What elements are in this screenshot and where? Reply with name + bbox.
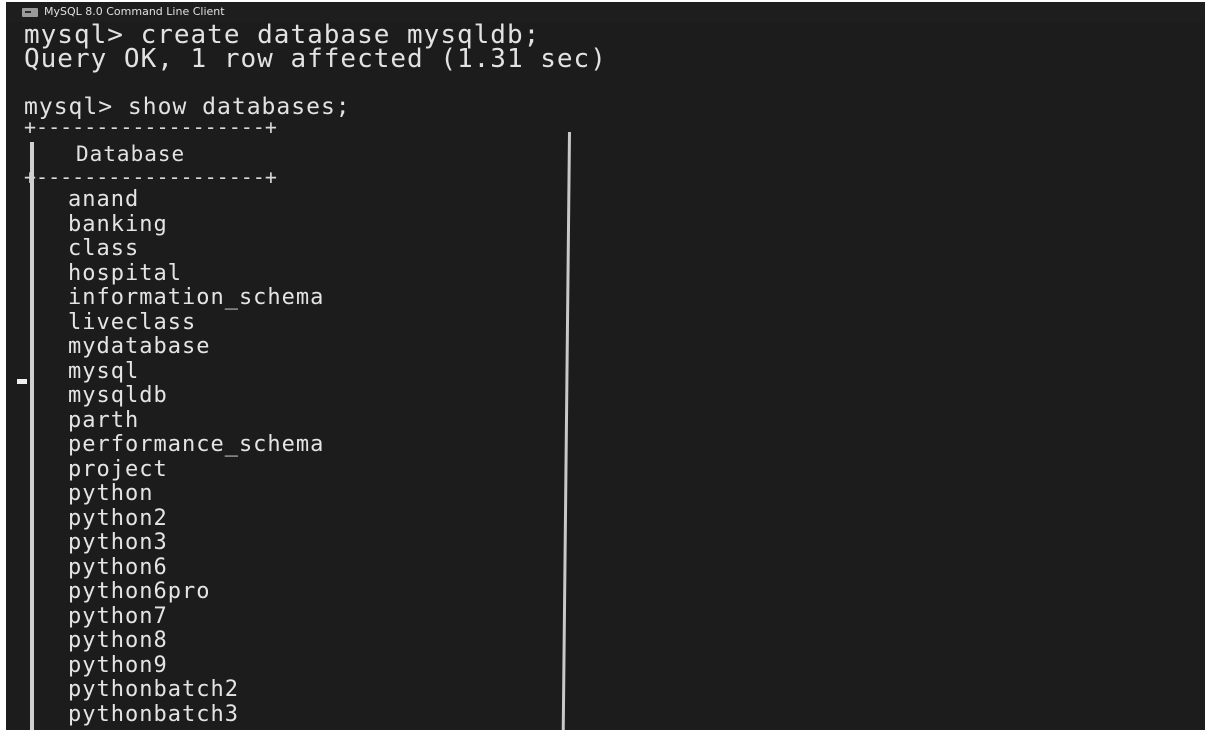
table-right-border (561, 132, 571, 730)
text-cursor (17, 379, 27, 384)
console-icon (22, 8, 38, 17)
database-list: anand banking class hospital information_sch… (68, 187, 325, 727)
window-title: MySQL 8.0 Command Line Client (44, 5, 225, 18)
table-row: mydatabase (68, 334, 211, 359)
table-row: information_schema (68, 285, 325, 310)
table-row: hospital (68, 260, 182, 286)
table-row: python9 (68, 652, 168, 678)
query-response: Query OK, 1 row affected (1.31 sec) (24, 44, 607, 74)
table-row: performance_schema (68, 432, 325, 457)
table-row: class (68, 236, 140, 261)
table-row: python7 (68, 603, 168, 629)
table-border-header: +-------------------+ (24, 165, 277, 189)
table-row: python3 (68, 530, 168, 555)
table-row: pythonbatch3 (68, 701, 239, 727)
table-row: python2 (68, 505, 168, 531)
table-row: mysql (68, 358, 140, 384)
table-row: project (68, 456, 168, 482)
table-row: python6 (68, 554, 168, 580)
table-row: anand (68, 187, 140, 212)
table-row: banking (68, 211, 168, 237)
terminal-window[interactable]: MySQL 8.0 Command Line Client mysql> cre… (6, 2, 1205, 730)
table-row: python6pro (68, 579, 211, 604)
table-row: mysqldb (68, 383, 168, 408)
table-left-border (30, 142, 34, 730)
title-bar[interactable]: MySQL 8.0 Command Line Client (6, 2, 1205, 22)
column-header: Database (76, 142, 186, 166)
table-row: parth (68, 407, 140, 433)
table-row: python (68, 481, 154, 506)
table-row: python8 (68, 628, 168, 653)
table-border-top: +-------------------+ (24, 115, 277, 139)
table-row: pythonbatch2 (68, 677, 239, 702)
table-row: liveclass (68, 309, 197, 335)
